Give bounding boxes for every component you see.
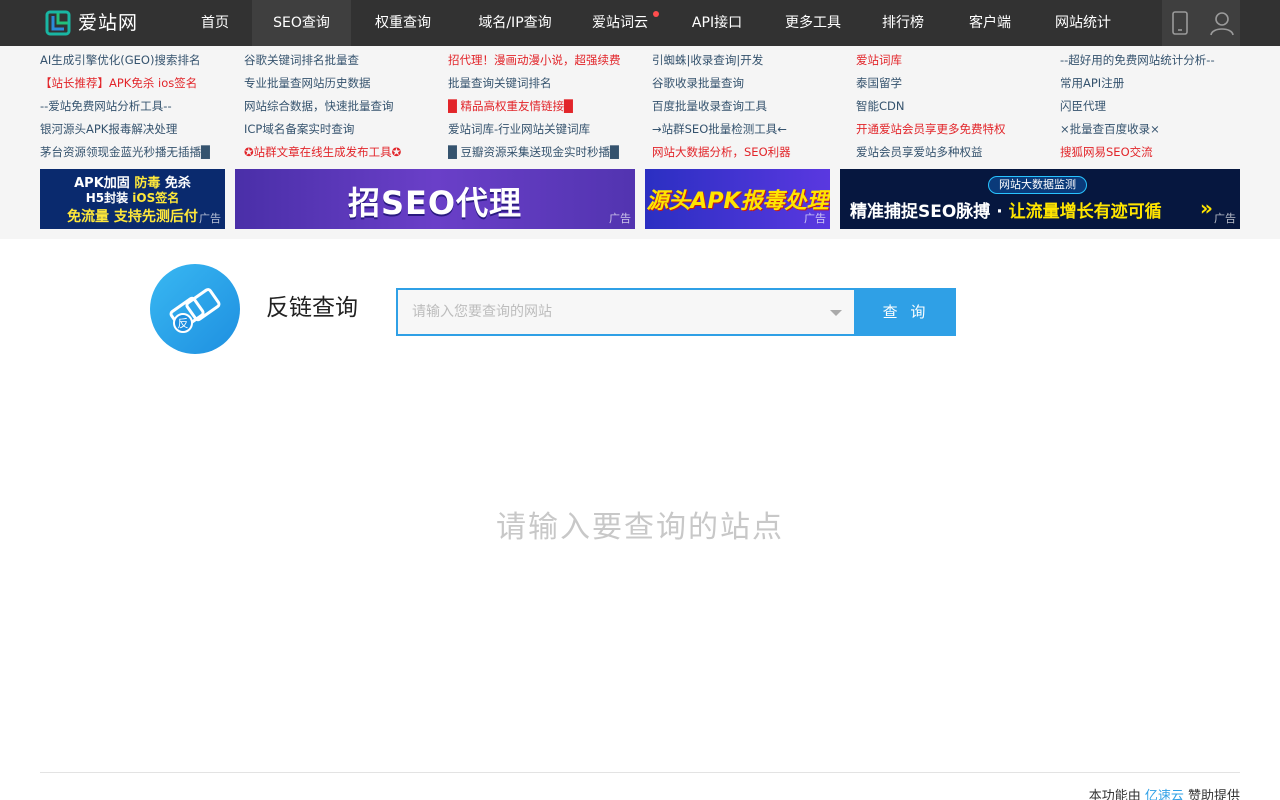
recommended-link[interactable]: 谷歌关键词排名批量查: [244, 49, 440, 72]
recommended-link[interactable]: 爱站词库-行业网站关键词库: [448, 118, 644, 141]
nav-weight-query[interactable]: 权重查询: [356, 0, 450, 46]
banner-big-data[interactable]: 网站大数据监测 精准捕捉SEO脉搏 · 让流量增长有迹可循 » 广告: [840, 169, 1240, 229]
recommended-link[interactable]: 百度批量收录查询工具: [652, 95, 848, 118]
double-chevron-icon: »: [1200, 196, 1213, 220]
nav-client[interactable]: 客户端: [952, 0, 1028, 46]
banner-apk-virus-text: 源头APK报毒处理: [646, 189, 829, 214]
recommended-link[interactable]: ✪站群文章在线生成发布工具✪: [244, 141, 440, 164]
recommended-link[interactable]: 闪臣代理: [1060, 95, 1256, 118]
banner-apk-line2-b: iOS签名: [132, 191, 180, 205]
recommended-link[interactable]: 专业批量查网站历史数据: [244, 72, 440, 95]
top-navbar-inner: 爱站网 首页 SEO查询 权重查询 域名/IP查询 爱站词云 API接口 更多工…: [40, 0, 1240, 46]
recommended-link[interactable]: --超好用的免费网站统计分析--: [1060, 49, 1256, 72]
recommended-link[interactable]: 泰国留学: [856, 72, 1052, 95]
nav-right-tools: [1162, 0, 1240, 46]
recommended-link[interactable]: 银河源头APK报毒解决处理: [40, 118, 236, 141]
sponsor-credit: 本功能由 亿速云 赞助提供: [1089, 788, 1240, 800]
recommended-link[interactable]: 爱站词库: [856, 49, 1052, 72]
recommended-link[interactable]: 爱站会员享爱站多种权益: [856, 141, 1052, 164]
recommended-link[interactable]: AI生成引擎优化(GEO)搜索排名: [40, 49, 236, 72]
banner-seo-agent-text: 招SEO代理: [347, 184, 523, 222]
recommended-link[interactable]: 【站长推荐】APK免杀 ios签名: [40, 72, 236, 95]
link-row: 【站长推荐】APK免杀 ios签名 专业批量查网站历史数据 批量查询关键词排名 谷歌收…: [40, 72, 1240, 95]
recommended-link[interactable]: █ 精品高权重友情链接█: [448, 95, 644, 118]
new-badge-dot: [653, 11, 659, 17]
recommended-link[interactable]: ×批量查百度收录×: [1060, 118, 1256, 141]
search-box: [396, 288, 856, 336]
link-row: --爱站免费网站分析工具-- 网站综合数据，快速批量查询 █ 精品高权重友情链接█ 百…: [40, 95, 1240, 118]
recommended-link[interactable]: 网站大数据分析，SEO利器: [652, 141, 848, 164]
user-icon[interactable]: [1208, 9, 1236, 37]
ad-label: 广告: [609, 212, 631, 225]
page-title: 反链查询: [266, 295, 358, 321]
mobile-icon[interactable]: [1166, 9, 1194, 37]
recommended-link[interactable]: █ 豆瓣资源采集送现金实时秒播█: [448, 141, 644, 164]
recommended-link[interactable]: --爱站免费网站分析工具--: [40, 95, 236, 118]
logo-text: 爱站网: [78, 12, 139, 34]
backlink-tool-icon: 反: [150, 264, 240, 354]
banner-big-data-text-b: 让流量增长有迹可循: [1008, 202, 1162, 222]
recommended-link[interactable]: 开通爱站会员享更多免费特权: [856, 118, 1052, 141]
ad-label: 广告: [199, 212, 221, 225]
banner-apk-shield[interactable]: APK加固 防毒 免杀 H5封装 iOS签名 免流量 支持先测后付 广告: [40, 169, 225, 229]
banner-big-data-text: 精准捕捉SEO脉搏 · 让流量增长有迹可循: [850, 197, 1162, 222]
nav-rankings[interactable]: 排行榜: [866, 0, 940, 46]
ad-label: 广告: [1214, 212, 1236, 225]
nav-more-tools[interactable]: 更多工具: [774, 0, 852, 46]
link-row: 茅台资源领现金蓝光秒播无插播█ ✪站群文章在线生成发布工具✪ █ 豆瓣资源采集送现金…: [40, 141, 1240, 164]
recommended-link[interactable]: 智能CDN: [856, 95, 1052, 118]
recommended-link[interactable]: 搜狐网易SEO交流: [1060, 141, 1256, 164]
banner-big-data-pill: 网站大数据监测: [988, 176, 1087, 194]
banner-big-data-text-a: 精准捕捉SEO脉搏 ·: [850, 202, 1009, 222]
sponsor-suffix: 赞助提供: [1183, 789, 1240, 800]
link-row: 银河源头APK报毒解决处理 ICP域名备案实时查询 爱站词库-行业网站关键词库 →站群…: [40, 118, 1240, 141]
recommended-link[interactable]: 引蜘蛛|收录查询|开发: [652, 49, 848, 72]
recommended-link[interactable]: →站群SEO批量检测工具←: [652, 118, 848, 141]
page: 爱站网 首页 SEO查询 权重查询 域名/IP查询 爱站词云 API接口 更多工…: [0, 0, 1280, 800]
recommended-link[interactable]: 茅台资源领现金蓝光秒播无插播█: [40, 141, 236, 164]
nav-word-cloud[interactable]: 爱站词云: [580, 0, 660, 46]
banner-apk-line2-a: H5封装: [85, 191, 133, 205]
recommended-links-panel: AI生成引擎优化(GEO)搜索排名 谷歌关键词排名批量查 招代理！漫画动漫小说，超强…: [0, 46, 1280, 239]
nav-site-stats[interactable]: 网站统计: [1040, 0, 1126, 46]
recommended-link[interactable]: 批量查询关键词排名: [448, 72, 644, 95]
banner-apk-line3: 免流量 支持先测后付: [67, 209, 198, 225]
logo-icon: [45, 10, 71, 36]
sponsor-prefix: 本功能由: [1088, 789, 1145, 800]
recommended-link[interactable]: 网站综合数据，快速批量查询: [244, 95, 440, 118]
recommended-link[interactable]: ICP域名备案实时查询: [244, 118, 440, 141]
nav-api[interactable]: API接口: [680, 0, 754, 46]
site-logo[interactable]: 爱站网: [40, 0, 180, 46]
search-button[interactable]: 查 询: [856, 288, 956, 336]
ad-label: 广告: [804, 212, 826, 225]
site-search-input[interactable]: [398, 290, 818, 334]
nav-seo-query[interactable]: SEO查询: [252, 0, 351, 46]
banner-apk-virus[interactable]: 源头APK报毒处理 广告: [645, 169, 830, 229]
tool-icon-char: 反: [178, 317, 189, 330]
recommended-link[interactable]: 谷歌收录批量查询: [652, 72, 848, 95]
banner-apk-line2: H5封装 iOS签名: [40, 189, 225, 206]
nav-home[interactable]: 首页: [188, 0, 242, 46]
footer-divider: [40, 772, 1240, 773]
recommended-link[interactable]: 招代理！漫画动漫小说，超强续费: [448, 49, 644, 72]
banner-seo-agent[interactable]: 招SEO代理 广告: [235, 169, 635, 229]
sponsor-link[interactable]: 亿速云: [1145, 789, 1184, 800]
chain-link-icon: 反: [169, 288, 221, 333]
chevron-down-icon[interactable]: [830, 310, 842, 316]
link-row: AI生成引擎优化(GEO)搜索排名 谷歌关键词排名批量查 招代理！漫画动漫小说，超强…: [40, 49, 1240, 72]
empty-state-message: 请输入要查询的站点: [496, 510, 784, 545]
recommended-link[interactable]: 常用API注册: [1060, 72, 1256, 95]
top-navbar: 爱站网 首页 SEO查询 权重查询 域名/IP查询 爱站词云 API接口 更多工…: [0, 0, 1280, 46]
nav-domain-ip-query[interactable]: 域名/IP查询: [460, 0, 570, 46]
